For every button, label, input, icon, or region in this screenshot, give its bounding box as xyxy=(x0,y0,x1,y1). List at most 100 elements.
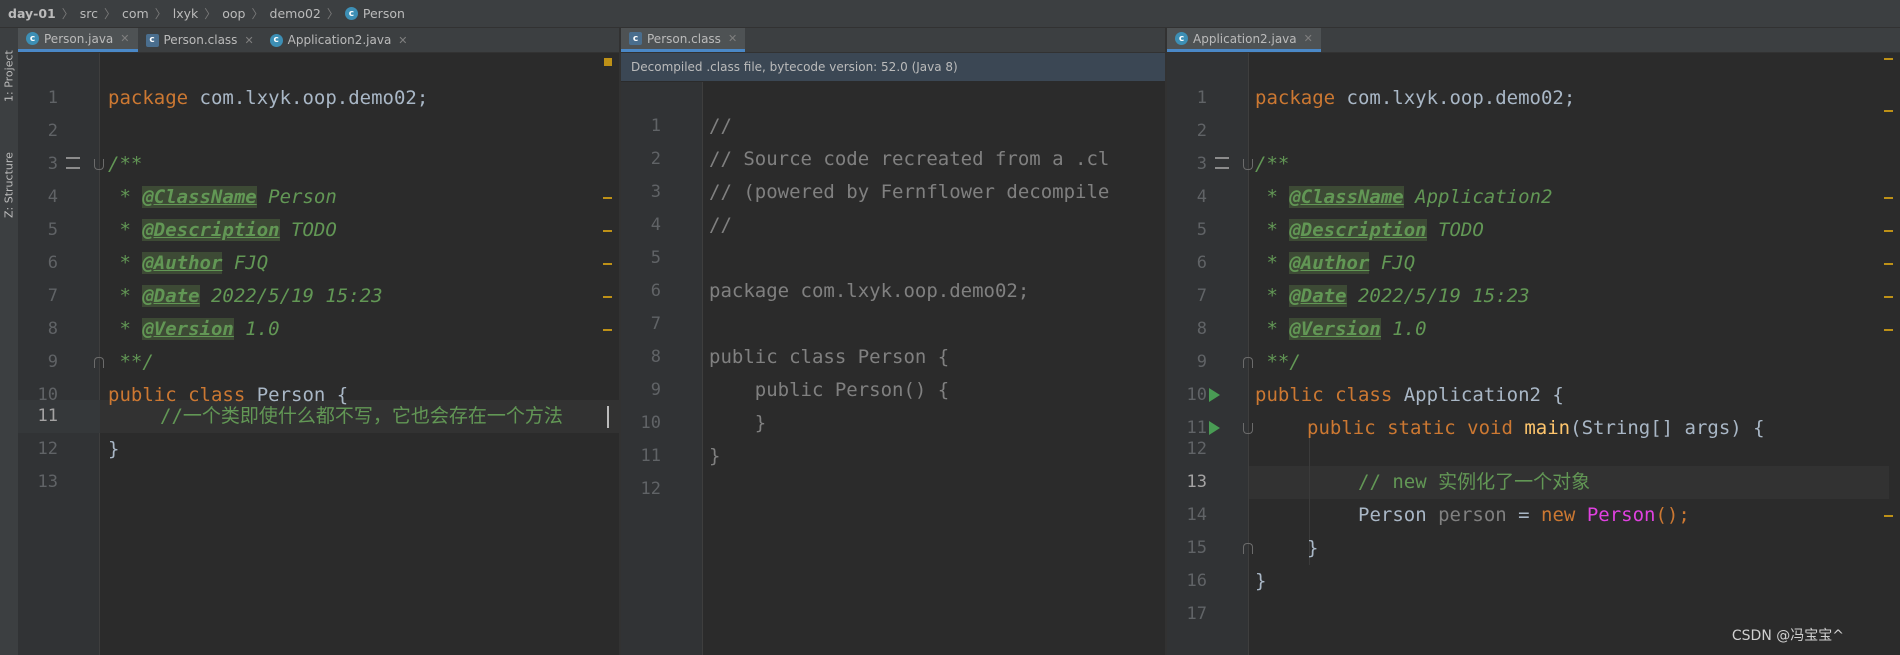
unused-variable: person xyxy=(1438,504,1507,526)
decompiled-notice-banner: Decompiled .class file, bytecode version… xyxy=(621,53,1165,81)
code-line[interactable]: // new 实例化了一个对象 xyxy=(1358,466,1590,499)
close-icon[interactable]: ✕ xyxy=(120,32,129,45)
text-caret xyxy=(607,406,609,428)
class-icon: c xyxy=(26,32,39,45)
fold-marker-icon[interactable] xyxy=(1243,423,1253,434)
structure-tool-tab[interactable]: Z: Structure xyxy=(0,140,18,230)
run-class-icon[interactable] xyxy=(1209,388,1220,402)
code-line[interactable]: // xyxy=(709,209,732,242)
code-line[interactable]: * @Date 2022/5/19 15:23 xyxy=(1255,280,1530,313)
error-stripe-mark xyxy=(1884,263,1893,265)
project-tool-tab[interactable]: 1: Project xyxy=(0,36,18,116)
tab-person-java[interactable]: c Person.java ✕ xyxy=(18,28,138,52)
code-line[interactable]: } xyxy=(108,433,119,466)
code-line[interactable]: * @Author FJQ xyxy=(108,247,268,280)
code-line[interactable]: * @Author FJQ xyxy=(1255,247,1415,280)
breadcrumb-person[interactable]: c Person xyxy=(344,0,405,28)
breadcrumb-src[interactable]: src xyxy=(80,0,98,28)
close-icon[interactable]: ✕ xyxy=(398,34,407,47)
code-line[interactable]: public Person() { xyxy=(709,374,949,407)
close-icon[interactable]: ✕ xyxy=(244,34,253,47)
code-line[interactable]: * @ClassName Person xyxy=(108,181,337,214)
code-line[interactable]: public class Application2 { xyxy=(1255,379,1564,412)
code-line[interactable]: * @Version 1.0 xyxy=(108,313,280,346)
error-stripe-mark xyxy=(603,329,612,331)
fold-marker-icon[interactable] xyxy=(94,357,104,368)
error-stripe-mark xyxy=(603,197,612,199)
line-number: 10 xyxy=(640,413,661,433)
line-number: 9 xyxy=(1196,352,1207,372)
keyword: public class xyxy=(1255,384,1393,406)
warning-stripe-icon[interactable] xyxy=(604,58,612,66)
tab-person-class[interactable]: c Person.class ✕ xyxy=(138,28,262,52)
code-line[interactable]: * @Description TODO xyxy=(1255,214,1484,247)
code-line[interactable]: * @Version 1.0 xyxy=(1255,313,1427,346)
code-line[interactable]: public class Person { xyxy=(709,341,949,374)
breadcrumb-demo02[interactable]: demo02 xyxy=(270,0,321,28)
editor-pane-application2-java: c Application2.java ✕ 1 2 3 4 5 6 7 8 9 … xyxy=(1167,28,1900,655)
breadcrumb-oop[interactable]: oop xyxy=(222,0,245,28)
code-line[interactable]: * @Date 2022/5/19 15:23 xyxy=(108,280,383,313)
code-line[interactable]: **/ xyxy=(108,346,153,379)
render-docs-icon[interactable] xyxy=(66,157,80,169)
line-number: 1 xyxy=(1196,88,1207,108)
line-number: 14 xyxy=(1186,505,1207,525)
line-number: 3 xyxy=(650,182,661,202)
editor-tabs-left: c Person.java ✕ c Person.class ✕ c Appli… xyxy=(18,28,620,53)
keyword: package xyxy=(108,87,189,109)
line-number: 3 xyxy=(47,154,58,174)
javadoc-tag: @ClassName xyxy=(142,186,257,208)
fold-marker-icon[interactable] xyxy=(1243,357,1253,368)
code-line[interactable]: package com.lxyk.oop.demo02; xyxy=(1255,82,1575,115)
line-number: 2 xyxy=(1196,121,1207,141)
code-line[interactable]: Person person = new Person(); xyxy=(1358,499,1690,532)
javadoc-tag: @Version xyxy=(142,318,234,340)
fold-marker-icon[interactable] xyxy=(1243,543,1253,554)
breadcrumb-separator: 〉 xyxy=(104,7,117,21)
line-number: 1 xyxy=(650,116,661,136)
breadcrumb-com[interactable]: com xyxy=(122,0,149,28)
breadcrumb-project[interactable]: day-01 xyxy=(0,0,56,28)
code-line[interactable]: /** xyxy=(108,148,142,181)
code-line[interactable]: } xyxy=(1255,565,1266,598)
tab-application2-java[interactable]: c Application2.java ✕ xyxy=(1167,28,1321,52)
error-stripe-mark xyxy=(603,263,612,265)
close-icon[interactable]: ✕ xyxy=(728,32,737,45)
breadcrumb-lxyk[interactable]: lxyk xyxy=(173,0,199,28)
code-line[interactable]: /** xyxy=(1255,148,1289,181)
line-number: 8 xyxy=(47,319,58,339)
close-icon[interactable]: ✕ xyxy=(1304,32,1313,45)
javadoc-tag: @Date xyxy=(1289,285,1347,307)
fold-marker-icon[interactable] xyxy=(94,159,104,170)
class-icon: c xyxy=(1175,32,1188,45)
code-line[interactable]: //一个类即使什么都不写，它也会存在一个方法 xyxy=(160,400,563,433)
type-name: Person xyxy=(1358,504,1439,526)
fold-marker-icon[interactable] xyxy=(1243,159,1253,170)
code-line[interactable]: package com.lxyk.oop.demo02; xyxy=(108,82,428,115)
tab-person-class[interactable]: c Person.class ✕ xyxy=(621,28,746,52)
code-line[interactable]: package com.lxyk.oop.demo02; xyxy=(709,275,1029,308)
code-line[interactable]: * @Description TODO xyxy=(108,214,337,247)
code-line[interactable]: } xyxy=(709,440,720,473)
line-number: 9 xyxy=(650,380,661,400)
tab-application2-java[interactable]: c Application2.java ✕ xyxy=(262,28,416,52)
code-line[interactable]: // xyxy=(709,110,732,143)
line-number: 2 xyxy=(47,121,58,141)
code-line[interactable]: // Source code recreated from a .cl xyxy=(709,143,1109,176)
code-line[interactable]: } xyxy=(1307,532,1318,565)
code-line[interactable]: **/ xyxy=(1255,346,1300,379)
code-line[interactable]: } xyxy=(709,407,766,440)
line-number: 9 xyxy=(47,352,58,372)
line-number: 6 xyxy=(1196,253,1207,273)
line-number: 7 xyxy=(1196,286,1207,306)
line-number: 12 xyxy=(640,479,661,499)
package-name: com.lxyk.oop.demo02; xyxy=(188,87,429,109)
javadoc-value: FJQ xyxy=(1369,252,1416,274)
render-docs-icon[interactable] xyxy=(1215,157,1229,169)
breadcrumb-separator: 〉 xyxy=(251,7,264,21)
code-line[interactable]: // (powered by Fernflower decompile xyxy=(709,176,1109,209)
code-line[interactable]: public static void main(String[] args) { xyxy=(1307,412,1765,445)
code-line[interactable]: * @ClassName Application2 xyxy=(1255,181,1552,214)
run-main-icon[interactable] xyxy=(1209,421,1220,435)
editor-tabs-middle: c Person.class ✕ xyxy=(621,28,1165,53)
